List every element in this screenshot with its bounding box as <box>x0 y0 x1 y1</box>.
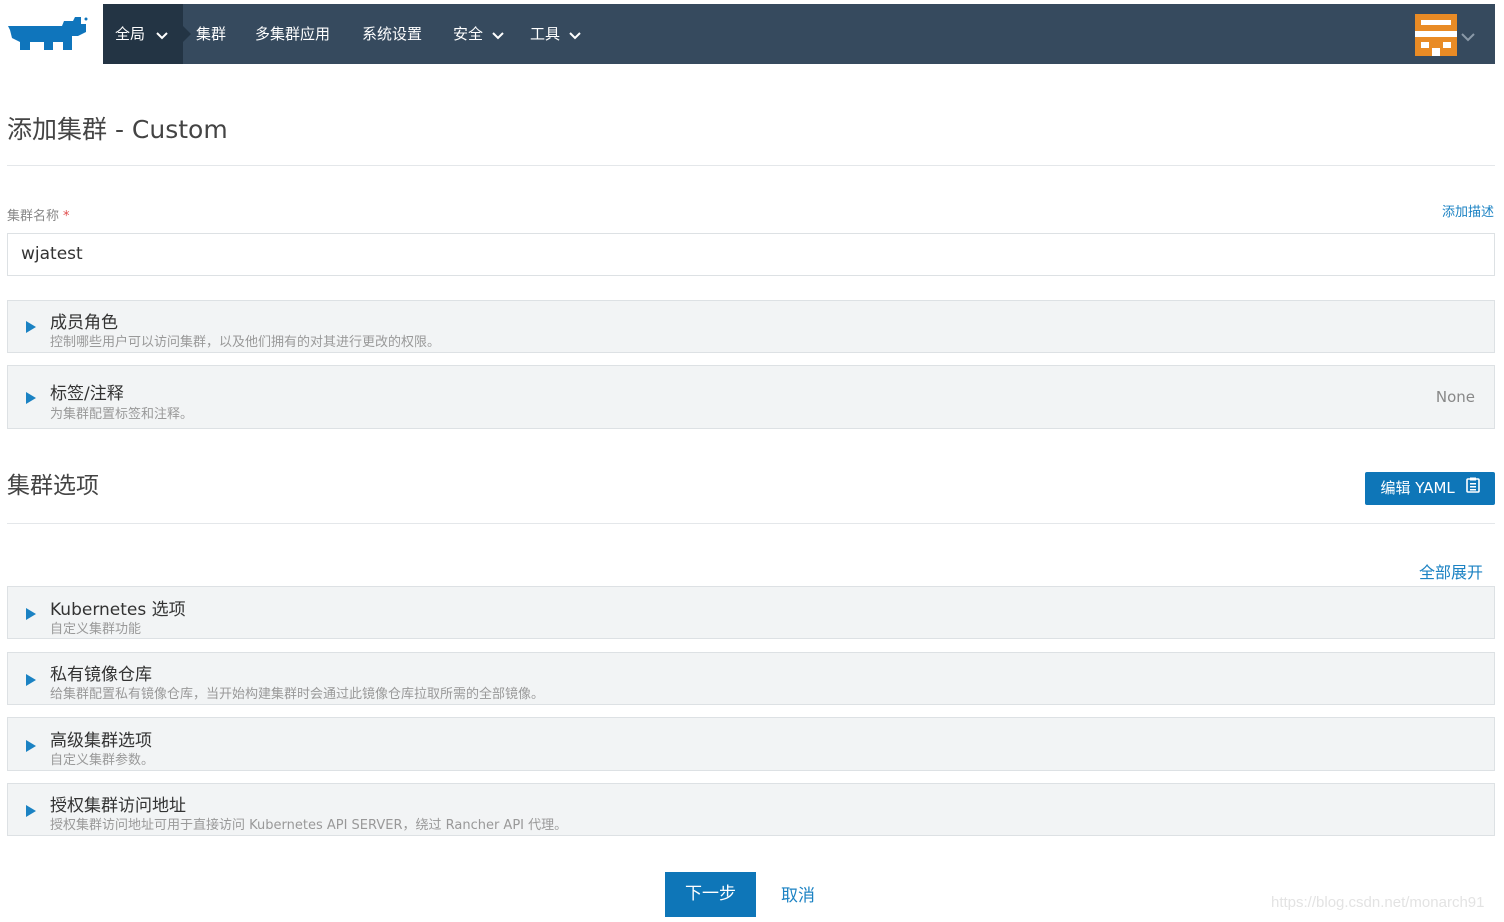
panel-description: 给集群配置私有镜像仓库，当开始构建集群时会通过此镜像仓库拉取所需的全部镜像。 <box>50 687 545 702</box>
cluster-name-label: 集群名称 * <box>7 205 70 224</box>
watermark: https://blog.csdn.net/monarch91 <box>1271 894 1485 911</box>
expand-triangle-icon <box>26 321 36 333</box>
panel-title: Kubernetes 选项 <box>50 600 186 620</box>
active-nav-arrow <box>183 26 191 42</box>
next-button[interactable]: 下一步 <box>665 872 756 917</box>
panel-title: 授权集群访问地址 <box>50 796 186 816</box>
panel-private-registry[interactable]: 私有镜像仓库 给集群配置私有镜像仓库，当开始构建集群时会通过此镜像仓库拉取所需的… <box>7 652 1495 705</box>
expand-triangle-icon <box>26 740 36 752</box>
panel-labels-annotations[interactable]: 标签/注释 为集群配置标签和注释。 None <box>7 365 1495 429</box>
nav-system-settings[interactable]: 系统设置 <box>362 4 422 64</box>
nav-clusters[interactable]: 集群 <box>196 4 226 64</box>
panel-member-roles[interactable]: 成员角色 控制哪些用户可以访问集群，以及他们拥有的对其进行更改的权限。 <box>7 300 1495 353</box>
nav-system-settings-label: 系统设置 <box>362 25 423 43</box>
nav-tools-label: 工具 <box>530 25 561 43</box>
nav-security[interactable]: 安全 <box>453 4 504 64</box>
expand-triangle-icon <box>26 608 36 620</box>
panel-status: None <box>1435 388 1475 406</box>
panel-advanced-options[interactable]: 高级集群选项 自定义集群参数。 <box>7 717 1495 771</box>
page-title: 添加集群 - Custom <box>7 115 228 144</box>
chevron-down-icon <box>569 5 581 65</box>
nav-multi-cluster-apps[interactable]: 多集群应用 <box>255 4 330 64</box>
main-nav: 全局 集群 多集群应用 系统设置 安全 工具 <box>103 4 1495 64</box>
clipboard-icon <box>1465 472 1480 505</box>
panel-title: 高级集群选项 <box>50 731 152 751</box>
cancel-button[interactable]: 取消 <box>781 881 815 906</box>
expand-all-link[interactable]: 全部展开 <box>1419 559 1483 583</box>
cluster-name-label-text: 集群名称 <box>7 209 60 224</box>
panel-authorized-endpoint[interactable]: 授权集群访问地址 授权集群访问地址可用于直接访问 Kubernetes API … <box>7 783 1495 836</box>
panel-description: 自定义集群参数。 <box>50 753 155 768</box>
user-avatar-icon[interactable] <box>1415 14 1457 56</box>
nav-multi-cluster-apps-label: 多集群应用 <box>255 25 331 43</box>
nav-security-label: 安全 <box>453 25 484 43</box>
add-description-link[interactable]: 添加描述 <box>1442 201 1494 220</box>
edit-yaml-button[interactable]: 编辑 YAML <box>1365 472 1495 505</box>
top-navbar: 全局 集群 多集群应用 系统设置 安全 工具 <box>0 4 1495 64</box>
required-mark: * <box>63 209 70 224</box>
edit-yaml-label: 编辑 YAML <box>1380 479 1455 497</box>
panel-title: 成员角色 <box>50 313 118 333</box>
panel-description: 授权集群访问地址可用于直接访问 Kubernetes API SERVER，绕过… <box>50 818 568 833</box>
panel-description: 控制哪些用户可以访问集群，以及他们拥有的对其进行更改的权限。 <box>50 335 441 350</box>
expand-triangle-icon <box>26 392 36 404</box>
panel-description: 自定义集群功能 <box>50 622 142 637</box>
panel-kubernetes-options[interactable]: Kubernetes 选项 自定义集群功能 <box>7 586 1495 639</box>
panel-title: 私有镜像仓库 <box>50 665 152 685</box>
panel-description: 为集群配置标签和注释。 <box>50 407 194 422</box>
chevron-down-icon <box>492 5 504 65</box>
rancher-logo-icon[interactable] <box>0 4 103 64</box>
expand-triangle-icon <box>26 674 36 686</box>
cluster-name-input[interactable]: wjatest <box>7 233 1495 276</box>
chevron-down-icon <box>156 5 168 65</box>
divider <box>7 523 1495 524</box>
nav-global[interactable]: 全局 <box>103 4 183 64</box>
nav-tools[interactable]: 工具 <box>530 4 581 64</box>
chevron-down-icon[interactable] <box>1461 27 1475 46</box>
divider <box>7 165 1495 166</box>
nav-global-label: 全局 <box>115 25 146 43</box>
expand-triangle-icon <box>26 805 36 817</box>
panel-title: 标签/注释 <box>50 384 124 404</box>
cluster-options-heading: 集群选项 <box>7 473 99 499</box>
nav-clusters-label: 集群 <box>196 25 227 43</box>
